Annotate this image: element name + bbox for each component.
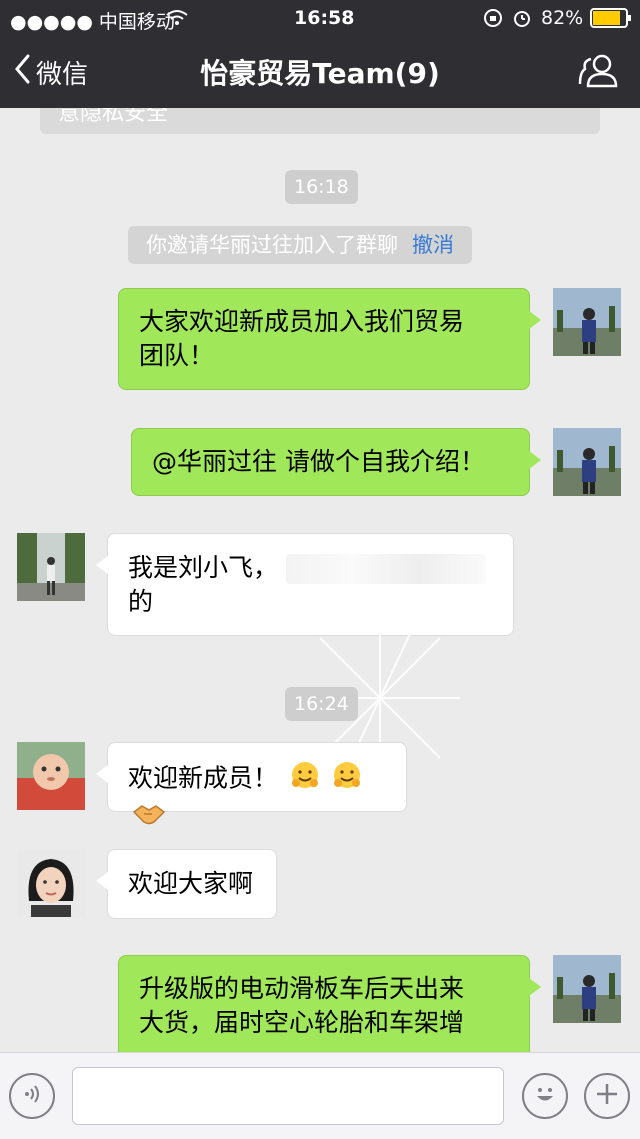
obscured-text: [286, 554, 487, 584]
voice-button[interactable]: [9, 1073, 55, 1119]
message-text: 我是刘小飞，: [128, 553, 279, 582]
notice-banner: 意隐私安全: [40, 108, 600, 134]
system-message-text: 你邀请华丽过往加入了群聊: [146, 233, 398, 257]
message-text: 的: [128, 587, 154, 616]
message-text: 欢迎新成员！: [128, 763, 279, 793]
chat-title: 怡豪贸易Team(9): [200, 57, 440, 90]
message-bubble-received[interactable]: 欢迎新成员！: [96, 742, 407, 824]
avatar[interactable]: [17, 849, 85, 917]
chat-area[interactable]: 意隐私安全 16:18 你邀请华丽过往加入了群聊 撤消 大家欢迎新成员加入我们贸易…: [0, 108, 640, 1052]
group-members-button[interactable]: [578, 54, 618, 92]
group-members-icon: [578, 54, 618, 92]
message-bubble-sent[interactable]: 升级版的电动滑板车后天出来 大货，届时空心轮胎和车架增: [118, 955, 541, 1052]
emoji-button[interactable]: [522, 1073, 568, 1119]
timestamp: 16:18: [285, 170, 358, 204]
hugging-emoji-icon: [332, 760, 362, 799]
system-message: 你邀请华丽过往加入了群聊 撤消: [128, 226, 472, 264]
more-button[interactable]: [584, 1073, 630, 1119]
message-text: 升级版的电动滑板车后天出来: [139, 974, 465, 1003]
status-bar: ●●●●● 中国移动 16:58 82%: [0, 0, 640, 36]
avatar[interactable]: [17, 742, 85, 810]
message-text: 大家欢迎新成员加入我们贸易: [139, 307, 465, 336]
carrier-label: ●●●●● 中国移动: [10, 11, 175, 33]
message-text: 欢迎大家啊: [128, 869, 254, 898]
avatar[interactable]: [553, 955, 621, 1023]
message-bubble-received[interactable]: 欢迎大家啊: [96, 849, 277, 919]
alarm-icon: [512, 8, 532, 33]
battery-icon: [590, 8, 632, 33]
plus-icon: [594, 1081, 620, 1111]
avatar[interactable]: [553, 428, 621, 496]
message-bubble-sent[interactable]: @华丽过往 请做个自我介绍！: [131, 428, 541, 496]
hugging-emoji-icon: [290, 760, 320, 799]
voice-icon: [20, 1082, 44, 1110]
message-text: 团队！: [139, 341, 215, 370]
handshake-emoji-icon: [132, 800, 166, 835]
emoji-icon: [530, 1079, 560, 1113]
wifi-icon: [166, 9, 188, 32]
message-bubble-sent[interactable]: 大家欢迎新成员加入我们贸易 团队！: [118, 288, 541, 390]
message-bubble-received[interactable]: 我是刘小飞， 的: [96, 533, 514, 636]
battery-percent: 82%: [541, 7, 584, 29]
avatar[interactable]: [17, 533, 85, 601]
message-text: @华丽过往 请做个自我介绍！: [152, 447, 485, 476]
orientation-lock-icon: [483, 8, 503, 33]
timestamp: 16:24: [285, 687, 358, 721]
status-time: 16:58: [294, 7, 355, 29]
nav-bar: 微信 怡豪贸易Team(9): [0, 36, 640, 108]
undo-link[interactable]: 撤消: [412, 233, 454, 257]
input-bar: [0, 1052, 640, 1139]
message-input[interactable]: [72, 1067, 504, 1125]
avatar[interactable]: [553, 288, 621, 356]
message-text: 大货，届时空心轮胎和车架增: [139, 1008, 465, 1037]
